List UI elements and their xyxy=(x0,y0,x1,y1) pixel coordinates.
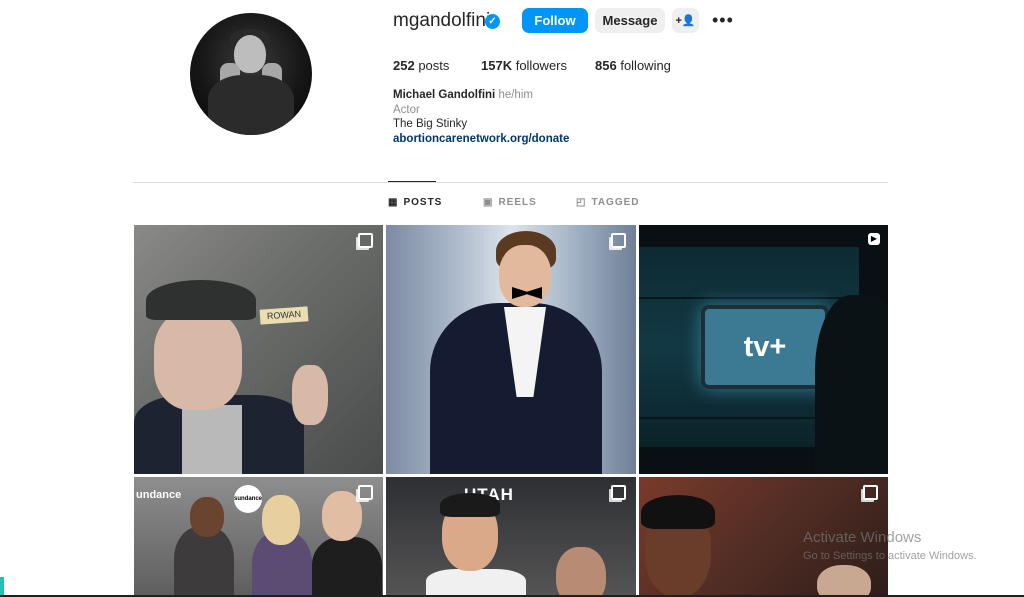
message-button[interactable]: Message xyxy=(595,8,665,33)
photo-face xyxy=(262,495,300,545)
tab-tagged-label: TAGGED xyxy=(591,197,640,208)
photo-hand xyxy=(292,365,328,425)
apple-tv-text: tv+ xyxy=(743,330,787,363)
photo-person xyxy=(174,527,234,597)
follow-button[interactable]: Follow xyxy=(522,8,588,33)
bio-external-link[interactable]: abortioncarenetwork.org/donate xyxy=(393,133,569,145)
tab-posts-label: POSTS xyxy=(403,197,443,208)
bio-text: The Big Stinky xyxy=(393,118,468,130)
grid-icon: ▦ xyxy=(388,197,399,208)
post-tile[interactable]: ROWAN xyxy=(134,225,383,474)
photo-cap xyxy=(146,280,256,320)
profile-avatar[interactable] xyxy=(190,13,312,135)
photo-face xyxy=(499,245,551,307)
taskbar-indicator xyxy=(0,577,4,595)
photo-hair xyxy=(440,493,500,517)
activation-watermark-title: Activate Windows xyxy=(803,529,922,546)
followers-link[interactable]: 157K followers xyxy=(481,58,567,73)
posts-count: 252 posts xyxy=(393,58,449,73)
photo-banner-text: undance xyxy=(136,489,182,501)
carousel-icon xyxy=(863,485,878,500)
bio-name-line: Michael Gandolfini he/him xyxy=(393,89,533,101)
post-tile[interactable]: tv+ ▶ xyxy=(639,225,888,474)
post-tile[interactable]: UTAH xyxy=(386,477,636,597)
activation-watermark-subtitle: Go to Settings to activate Windows. xyxy=(803,550,977,562)
apple-tv-logo: tv+ xyxy=(701,305,829,389)
photo-face xyxy=(556,547,606,597)
posts-count-label: posts xyxy=(418,58,450,73)
suggested-users-button[interactable]: +👤 xyxy=(672,8,699,33)
tab-posts[interactable]: ▦ POSTS xyxy=(388,197,442,208)
more-options-icon[interactable]: ••• xyxy=(712,11,734,29)
reels-icon: ▣ xyxy=(483,197,494,208)
photo-shirt xyxy=(182,405,242,474)
bio-category: Actor xyxy=(393,104,420,116)
photo-face xyxy=(190,497,224,537)
sundance-logo: sundance xyxy=(234,485,262,513)
post-tile[interactable] xyxy=(386,225,636,474)
bio-pronouns: he/him xyxy=(498,89,533,101)
post-tile[interactable]: undance sundance xyxy=(134,477,383,597)
photo-shirt xyxy=(426,569,526,597)
tab-tagged[interactable]: ◰ TAGGED xyxy=(576,197,640,208)
posts-count-value: 252 xyxy=(393,58,415,73)
photo-person xyxy=(312,537,382,597)
photo-face xyxy=(322,491,362,541)
bio-full-name: Michael Gandolfini xyxy=(393,89,496,101)
following-link[interactable]: 856 following xyxy=(595,58,671,73)
avatar-body xyxy=(208,75,294,135)
panel-seam xyxy=(639,297,859,299)
tabs-divider xyxy=(133,182,888,183)
carousel-icon xyxy=(611,485,626,500)
active-tab-indicator xyxy=(388,181,436,182)
followers-count-label: followers xyxy=(515,58,567,73)
tab-reels[interactable]: ▣ REELS xyxy=(483,197,537,208)
photo-sticker: ROWAN xyxy=(259,306,309,325)
photo-hair xyxy=(641,495,715,529)
carousel-icon xyxy=(611,233,626,248)
profile-username: mgandolfini xyxy=(393,10,491,31)
add-user-icon: +👤 xyxy=(675,15,696,27)
photo-face xyxy=(154,310,242,410)
following-count-label: following xyxy=(620,58,671,73)
verified-badge-icon: ✓ xyxy=(485,14,500,29)
photo-face xyxy=(817,565,871,597)
tab-reels-label: REELS xyxy=(498,197,537,208)
carousel-icon xyxy=(358,485,373,500)
following-count-value: 856 xyxy=(595,58,617,73)
followers-count-value: 157K xyxy=(481,58,513,73)
reel-icon: ▶ xyxy=(868,233,880,245)
photo-silhouette xyxy=(815,295,888,474)
tagged-icon: ◰ xyxy=(576,197,587,208)
carousel-icon xyxy=(358,233,373,248)
